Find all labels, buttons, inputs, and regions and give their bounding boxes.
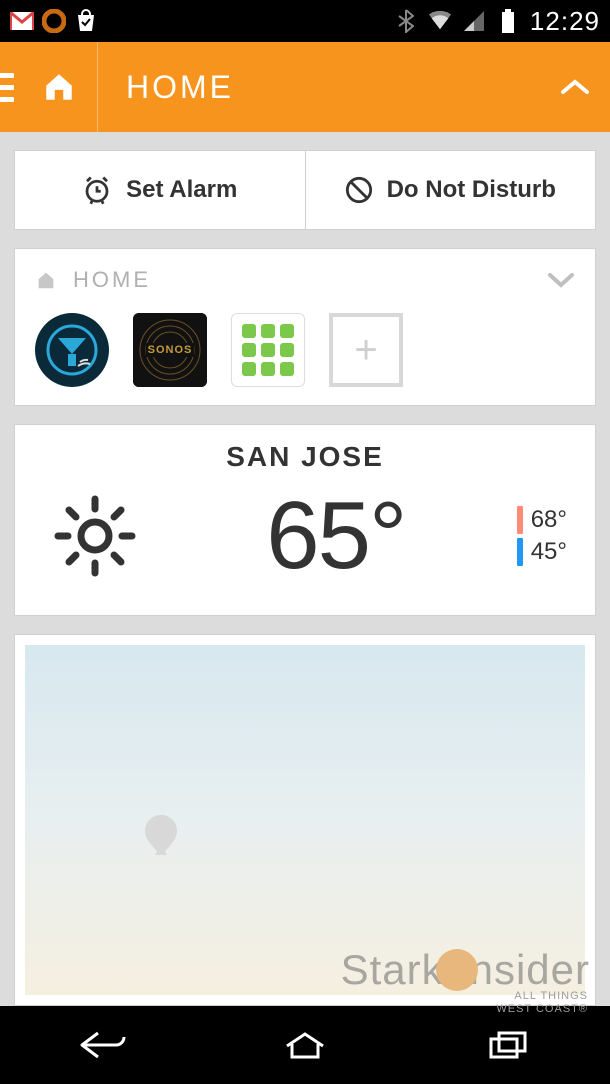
add-device-button[interactable]: + xyxy=(329,313,403,387)
wifi-icon xyxy=(428,9,452,33)
home-icon xyxy=(42,70,76,104)
quick-actions: Set Alarm Do Not Disturb xyxy=(14,150,596,230)
device-tile-grid[interactable] xyxy=(231,313,305,387)
watermark: Stark nsider xyxy=(341,946,590,994)
header-title: HOME xyxy=(98,69,540,106)
cell-signal-icon xyxy=(462,9,486,33)
watermark-sub: ALL THINGS WEST COAST® xyxy=(496,990,588,1016)
do-not-disturb-icon xyxy=(345,176,373,204)
weather-high-value: 68° xyxy=(531,506,567,534)
watermark-sub1: ALL THINGS xyxy=(496,990,588,1003)
weather-low: 45° xyxy=(517,538,567,566)
android-status-bar: 12:29 xyxy=(0,0,610,42)
yonomi-icon xyxy=(44,322,100,378)
devices-header[interactable]: HOME xyxy=(35,267,575,293)
chevron-up-icon xyxy=(560,78,590,96)
bluetooth-icon xyxy=(394,9,418,33)
back-button[interactable] xyxy=(74,1025,130,1065)
weather-low-value: 45° xyxy=(531,538,567,566)
dnd-label: Do Not Disturb xyxy=(387,176,556,204)
recents-button[interactable] xyxy=(480,1025,536,1065)
do-not-disturb-button[interactable]: Do Not Disturb xyxy=(306,151,596,229)
set-alarm-button[interactable]: Set Alarm xyxy=(15,151,306,229)
home-nav-button[interactable] xyxy=(277,1025,333,1065)
header-collapse-button[interactable] xyxy=(540,78,610,96)
status-clock: 12:29 xyxy=(530,6,600,37)
set-alarm-label: Set Alarm xyxy=(126,176,237,204)
device-tile-yonomi[interactable] xyxy=(35,313,109,387)
sun-icon xyxy=(35,491,155,581)
device-tiles: SONOS + xyxy=(35,313,575,387)
menu-button[interactable] xyxy=(0,42,20,132)
android-nav-bar xyxy=(0,1006,610,1084)
map-pin-icon xyxy=(145,815,177,855)
watermark-sub2: WEST COAST® xyxy=(496,1003,588,1016)
watermark-brand-b: nsider xyxy=(470,946,590,994)
weather-temp: 65° xyxy=(155,481,517,591)
gmail-icon xyxy=(10,9,34,33)
shopping-bag-icon xyxy=(74,9,98,33)
device-tile-sonos[interactable]: SONOS xyxy=(133,313,207,387)
weather-card[interactable]: SAN JOSE 65° 68° 45° xyxy=(14,424,596,616)
sonos-label: SONOS xyxy=(146,343,195,357)
home-icon xyxy=(35,269,57,291)
devices-card: HOME SONOS xyxy=(14,248,596,406)
devices-title: HOME xyxy=(73,267,531,293)
chevron-down-icon xyxy=(547,272,575,288)
watermark-dot-icon xyxy=(436,949,478,991)
weather-city: SAN JOSE xyxy=(35,441,575,473)
app-header: HOME xyxy=(0,42,610,132)
weather-high: 68° xyxy=(517,506,567,534)
alarm-clock-icon xyxy=(82,175,112,205)
battery-icon xyxy=(496,9,520,33)
watermark-brand-a: Stark xyxy=(341,946,444,994)
grid-icon xyxy=(242,324,294,376)
content-area: Set Alarm Do Not Disturb HOME xyxy=(0,132,610,1006)
circle-app-icon xyxy=(42,9,66,33)
home-button[interactable] xyxy=(20,42,98,132)
